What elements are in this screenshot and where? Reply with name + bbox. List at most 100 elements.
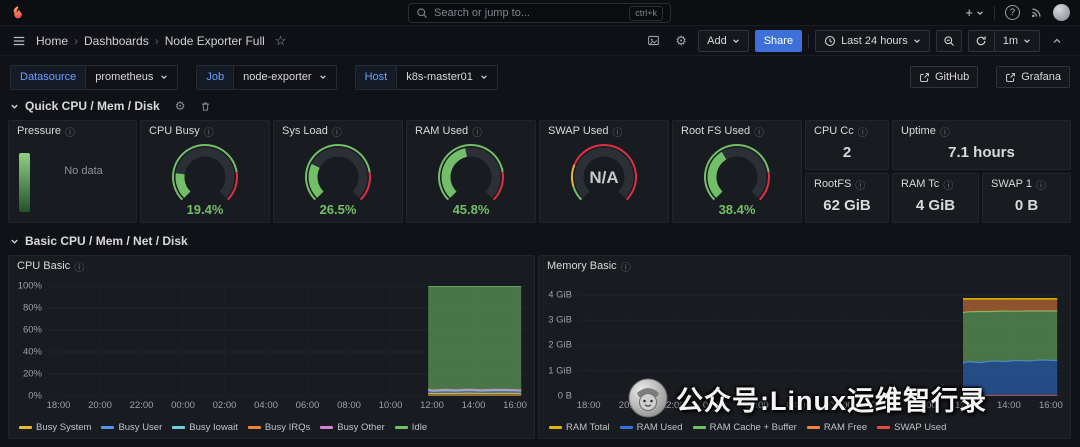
x-axis-label: 10:00 — [912, 400, 937, 411]
legend-item[interactable]: RAM Cache + Buffer — [692, 422, 797, 433]
panel-root-fs-used: Root FS Used ⓘ 38.4% — [672, 120, 802, 223]
info-icon: ⓘ — [74, 262, 85, 274]
panel-swap-used: SWAP Used ⓘ N/A — [539, 120, 669, 223]
favorite-star-icon[interactable]: ☆ — [275, 33, 287, 49]
legend-item[interactable]: Idle — [394, 422, 427, 433]
no-data-label: No data — [64, 165, 103, 178]
panel-header[interactable]: Memory Basic ⓘ — [539, 256, 1070, 276]
legend-label: Busy IRQs — [264, 422, 311, 433]
panel-header[interactable]: SWAP Used ⓘ — [540, 121, 668, 141]
refresh-button[interactable] — [967, 29, 994, 52]
row-header-basic-cpu-mem-net-disk[interactable]: Basic CPU / Mem / Net / Disk — [10, 234, 188, 248]
panel-header[interactable]: Root FS Used ⓘ — [673, 121, 801, 141]
row-settings-gear-icon[interactable]: ⚙ — [175, 99, 186, 113]
panel-title: Root FS Used — [681, 125, 751, 137]
legend-item[interactable]: RAM Used — [619, 422, 683, 433]
legend-label: RAM Free — [823, 422, 868, 433]
legend-item[interactable]: Busy System — [19, 422, 91, 433]
toolbar-actions: ⚙ Add Share Last 24 hours 1m — [642, 29, 1068, 52]
x-axis-label: 14:00 — [461, 400, 486, 411]
legend-label: RAM Total — [566, 422, 610, 433]
panel-rootfs: RootFS ⓘ 62 GiB — [805, 173, 889, 223]
y-axis-label: 20% — [22, 368, 42, 380]
gauge: N/A — [571, 143, 637, 200]
panel-header[interactable]: RAM Used ⓘ — [407, 121, 535, 141]
panel-title: RAM Tc — [901, 178, 940, 190]
legend-item[interactable]: RAM Free — [806, 422, 868, 433]
help-icon[interactable]: ? — [1005, 5, 1020, 20]
row-title: Quick CPU / Mem / Disk — [25, 99, 160, 113]
legend-item[interactable]: SWAP Used — [877, 422, 946, 433]
stat-value: 0 B — [1014, 196, 1039, 214]
snapshot-image-icon[interactable] — [642, 30, 664, 52]
row-header-quick-cpu-mem-disk[interactable]: Quick CPU / Mem / Disk ⚙ — [10, 99, 211, 113]
refresh-interval-label: 1m — [1002, 34, 1018, 47]
new-menu-button[interactable]: + — [965, 5, 984, 20]
row-delete-trash-icon[interactable] — [200, 101, 211, 112]
panel-header[interactable]: Pressure ⓘ — [9, 121, 136, 141]
plus-icon: + — [965, 5, 973, 20]
gauge: 26.5% — [305, 143, 371, 217]
menu-toggle-icon[interactable] — [12, 34, 26, 48]
legend-label: Busy Other — [337, 422, 385, 433]
y-axis-label: 0 B — [557, 390, 572, 402]
rss-news-icon[interactable] — [1030, 6, 1043, 19]
gauge-body: 26.5% — [274, 139, 402, 222]
legend-label: RAM Used — [636, 422, 683, 433]
user-avatar[interactable] — [1053, 4, 1070, 21]
legend-item[interactable]: Busy User — [101, 422, 162, 433]
panel-title: CPU Basic — [17, 260, 71, 272]
legend-item[interactable]: Busy IRQs — [247, 422, 311, 433]
dashboard-settings-gear-icon[interactable]: ⚙ — [670, 30, 692, 52]
external-link-icon — [920, 72, 929, 82]
var-job-value-dropdown[interactable]: node-exporter — [233, 64, 337, 90]
stat-value: 7.1 hours — [948, 143, 1015, 161]
legend-item[interactable]: RAM Total — [549, 422, 610, 433]
search-placeholder: Search or jump to... — [434, 7, 530, 19]
add-button[interactable]: Add — [698, 29, 749, 52]
svg-text:45.8%: 45.8% — [453, 202, 490, 217]
grafana-link-button[interactable]: Grafana — [996, 66, 1070, 88]
x-axis-label: 22:00 — [660, 400, 685, 411]
panel-swap-1: SWAP 1 ⓘ 0 B — [982, 173, 1071, 223]
zoom-out-button[interactable] — [935, 29, 962, 52]
x-axis-label: 02:00 — [744, 400, 769, 411]
legend-color-swatch — [877, 426, 891, 429]
legend-item[interactable]: Busy Iowait — [172, 422, 238, 433]
panel-title: Pressure — [17, 125, 62, 137]
panel-header[interactable]: Sys Load ⓘ — [274, 121, 402, 141]
panel-ram-used: RAM Used ⓘ 45.8% — [406, 120, 536, 223]
panel-header[interactable]: CPU Busy ⓘ — [141, 121, 269, 141]
chevron-down-icon — [481, 75, 487, 79]
collapse-chevron-up-icon[interactable] — [1046, 30, 1068, 52]
github-link-button[interactable]: GitHub — [910, 66, 979, 88]
info-icon: ⓘ — [203, 127, 214, 139]
var-datasource-value-dropdown[interactable]: prometheus — [85, 64, 179, 90]
refresh-interval-dropdown[interactable]: 1m — [993, 29, 1040, 52]
x-axis-label: 06:00 — [295, 400, 320, 411]
breadcrumb-dashboards[interactable]: Dashboards — [84, 34, 149, 48]
time-range-picker[interactable]: Last 24 hours — [815, 29, 930, 52]
stat-value: 62 GiB — [823, 196, 871, 214]
legend-item[interactable]: Busy Other — [320, 422, 385, 433]
y-axis-label: 2 GiB — [548, 339, 572, 351]
chart-plot[interactable] — [49, 286, 526, 396]
svg-text:N/A: N/A — [589, 168, 618, 187]
external-link-icon — [1006, 72, 1016, 82]
panel-header[interactable]: CPU Basic ⓘ — [9, 256, 534, 276]
x-axis-label: 00:00 — [171, 400, 195, 411]
x-axis-label: 02:00 — [212, 400, 237, 411]
grafana-flame-icon — [13, 5, 22, 18]
chevron-down-icon — [161, 75, 168, 79]
y-axis-label: 4 GiB — [548, 289, 572, 301]
search-bar[interactable]: Search or jump to... ctrl+k — [408, 3, 671, 23]
var-host-value-dropdown[interactable]: k8s-master01 — [396, 64, 498, 90]
chart-plot[interactable] — [579, 286, 1062, 396]
var-datasource-label: Datasource — [10, 64, 86, 90]
top-navbar: Search or jump to... ctrl+k + ? — [0, 0, 1080, 26]
svg-text:26.5%: 26.5% — [320, 202, 357, 217]
share-button[interactable]: Share — [754, 29, 803, 52]
chevron-down-icon — [977, 10, 983, 15]
grafana-logo[interactable] — [10, 5, 26, 21]
breadcrumb-home[interactable]: Home — [36, 34, 68, 48]
